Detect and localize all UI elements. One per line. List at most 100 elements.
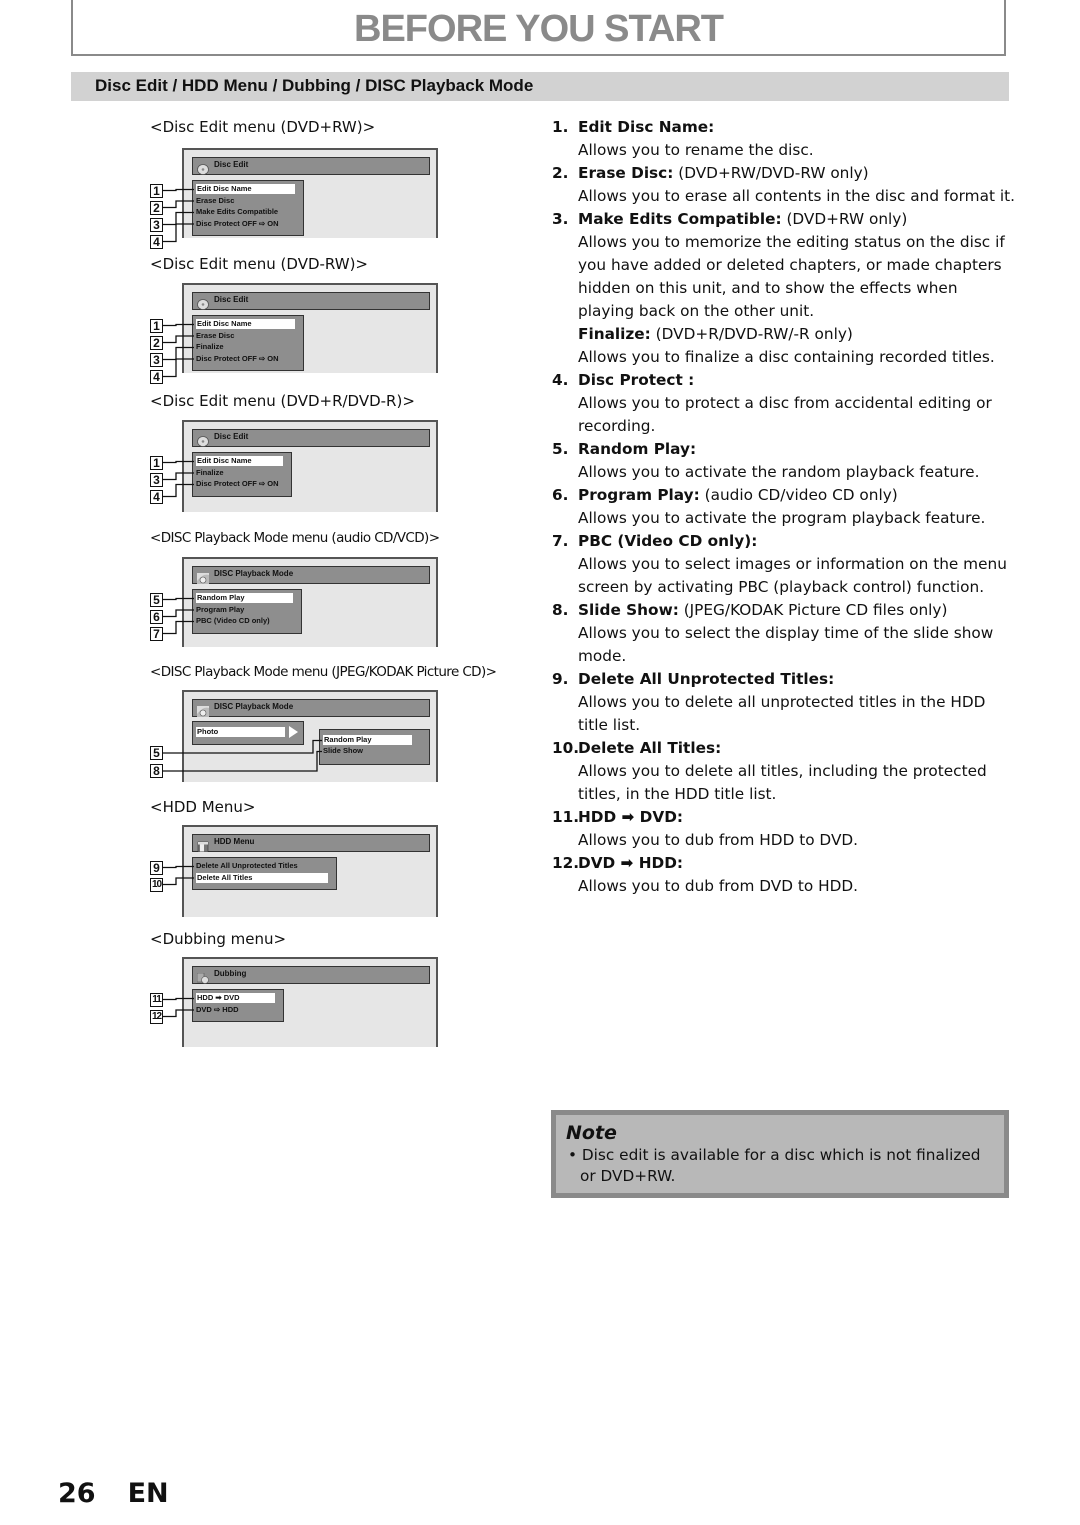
menu-screen: DISC Playback Mode Photo Random Play Slide … — [182, 690, 438, 782]
description-item: 5. Random Play: Allows you to activate the… — [552, 438, 1017, 484]
menu-item[interactable]: HDD ➡ DVD — [196, 993, 275, 1003]
menu-caption: <Disc Edit menu (DVD+RW)> — [150, 118, 376, 136]
menu-caption: <Dubbing menu> — [150, 930, 287, 948]
item-text: Allows you to memorize the editing statu… — [578, 233, 1005, 320]
menu-item[interactable]: Finalize — [196, 342, 224, 352]
item-number: 6. — [552, 486, 569, 504]
callout-number: 4 — [150, 369, 163, 384]
menu-item[interactable]: Random Play — [196, 593, 293, 603]
screen-title: DISC Playback Mode — [214, 702, 294, 711]
menu-item[interactable]: Make Edits Compatible — [196, 207, 278, 217]
item-qualifier: (DVD+RW only) — [781, 210, 908, 228]
item-text: Allows you to protect a disc from accide… — [578, 394, 992, 435]
callout-number: 3 — [150, 352, 163, 367]
menu-item[interactable]: DVD ⇨ HDD — [196, 1005, 239, 1015]
disc-icon — [197, 295, 209, 310]
menu-screen: Disc Edit Edit Disc Name Finalize Disc Prot… — [182, 420, 438, 512]
item-number: 7. — [552, 532, 569, 550]
menu-item[interactable]: Edit Disc Name — [196, 456, 283, 466]
item-qualifier: (JPEG/KODAK Picture CD files only) — [678, 601, 948, 619]
menu-screen: Disc Edit Edit Disc Name Erase Disc Finaliz… — [182, 283, 438, 373]
submenu: Delete All Unprotected Titles Delete All … — [192, 857, 337, 890]
menu-item[interactable]: Finalize — [196, 468, 224, 478]
description-item: 12. DVD ➡ HDD: Allows you to dub from DVD … — [552, 852, 1017, 898]
item-text: Allows you to activate the program playb… — [578, 509, 986, 527]
playback-mode-icon — [197, 702, 209, 717]
menu-item[interactable]: PBC (Video CD only) — [196, 616, 270, 626]
item-text: Allows you to erase all contents in the … — [578, 187, 1015, 205]
screen-title-bar: Disc Edit — [192, 157, 430, 175]
description-item: 1. Edit Disc Name: Allows you to rename th… — [552, 116, 1017, 162]
item-text: Allows you to select images or informati… — [578, 555, 1007, 596]
menu-caption: <Disc Edit menu (DVD-RW)> — [150, 255, 368, 273]
menu-item[interactable]: Edit Disc Name — [196, 319, 295, 329]
item-text: Allows you to rename the disc. — [578, 141, 814, 159]
menu-item[interactable]: Delete All Titles — [196, 872, 328, 883]
description-item: 3. Make Edits Compatible: (DVD+RW only) Al… — [552, 208, 1017, 323]
screen-title-bar: Dubbing — [192, 966, 430, 984]
submenu: Random Play Slide Show — [319, 729, 430, 765]
menu-caption: <DISC Playback Mode menu (JPEG/KODAK Pic… — [150, 664, 497, 680]
menu-screen: HDD Menu Delete All Unprotected Titles Del… — [182, 825, 438, 917]
item-label: Disc Protect : — [578, 371, 695, 389]
description-list: 1. Edit Disc Name: Allows you to rename th… — [552, 116, 1017, 898]
description-item: Finalize: (DVD+R/DVD-RW/-R only) Allows y… — [552, 323, 1017, 369]
submenu: HDD ➡ DVD DVD ⇨ HDD — [192, 989, 284, 1022]
menu-item[interactable]: Slide Show — [323, 746, 363, 756]
menu-item[interactable]: Disc Protect OFF ⇨ ON — [196, 219, 279, 229]
callout-number: 1 — [150, 183, 163, 198]
description-item: 6. Program Play: (audio CD/video CD only)… — [552, 484, 1017, 530]
page-number: 26 — [58, 1478, 96, 1509]
item-text: Allows you to delete all unprotected tit… — [578, 693, 986, 734]
description-item: 10. Delete All Titles: Allows you to delet… — [552, 737, 1017, 806]
item-text: Allows you to dub from DVD to HDD. — [578, 877, 859, 895]
item-text: Allows you to activate the random playba… — [578, 463, 980, 481]
item-label: Random Play: — [578, 440, 697, 458]
item-number: 1. — [552, 118, 569, 136]
page-footer: 26 EN — [58, 1478, 201, 1509]
item-label: Delete All Titles: — [578, 739, 722, 757]
menu-item[interactable]: Disc Protect OFF ⇨ ON — [196, 479, 279, 489]
menu-item[interactable]: Disc Protect OFF ⇨ ON — [196, 354, 279, 364]
note-box: Note • Disc edit is available for a disc… — [551, 1110, 1009, 1198]
menu-item[interactable]: Random Play — [323, 735, 412, 745]
item-number: 2. — [552, 164, 569, 182]
screen-title: DISC Playback Mode — [214, 569, 294, 578]
menu-item[interactable]: Erase Disc — [196, 196, 234, 206]
item-number: 8. — [552, 601, 569, 619]
item-text: Allows you to finalize a disc containing… — [578, 348, 995, 366]
menu-item[interactable]: Program Play — [196, 605, 244, 615]
menu-item[interactable]: Erase Disc — [196, 331, 234, 341]
submenu: Edit Disc Name Erase Disc Make Edits Compa… — [192, 180, 304, 236]
description-item: 8. Slide Show: (JPEG/KODAK Picture CD fil… — [552, 599, 1017, 668]
chevron-right-icon — [289, 726, 298, 738]
callout-number: 7 — [150, 626, 163, 641]
menu-item[interactable]: Edit Disc Name — [196, 184, 295, 194]
disc-icon — [197, 160, 209, 175]
item-text: Allows you to select the display time of… — [578, 624, 994, 665]
item-number: 11. — [552, 808, 580, 826]
item-number: 10. — [552, 739, 580, 757]
menu-item[interactable]: Delete All Unprotected Titles — [196, 861, 298, 871]
item-label: DVD ➡ HDD: — [578, 854, 684, 872]
playback-mode-icon — [197, 569, 209, 584]
item-label: Erase Disc: — [578, 164, 674, 182]
description-item: 11. HDD ➡ DVD: Allows you to dub from HDD … — [552, 806, 1017, 852]
item-label: Finalize: — [578, 325, 651, 343]
bullet-icon: • — [568, 1146, 578, 1164]
item-label: Make Edits Compatible: — [578, 210, 782, 228]
item-qualifier: (audio CD/video CD only) — [699, 486, 898, 504]
callout-number: 10 — [150, 877, 163, 892]
callout-number: 1 — [150, 318, 163, 333]
item-number: 3. — [552, 210, 569, 228]
submenu: Edit Disc Name Erase Disc Finalize Disc Pro… — [192, 315, 304, 371]
menu-screen: DISC Playback Mode Random Play Program Pla… — [182, 557, 438, 647]
callout-number: 3 — [150, 472, 163, 487]
callout-number: 2 — [150, 335, 163, 350]
item-qualifier: (DVD+RW/DVD-RW only) — [673, 164, 869, 182]
screen-title: Disc Edit — [214, 432, 249, 441]
header-title: BEFORE YOU START — [354, 8, 724, 50]
item-number: 4. — [552, 371, 569, 389]
menu-item-photo[interactable]: Photo — [196, 727, 285, 737]
item-label: PBC (Video CD only): — [578, 532, 758, 550]
